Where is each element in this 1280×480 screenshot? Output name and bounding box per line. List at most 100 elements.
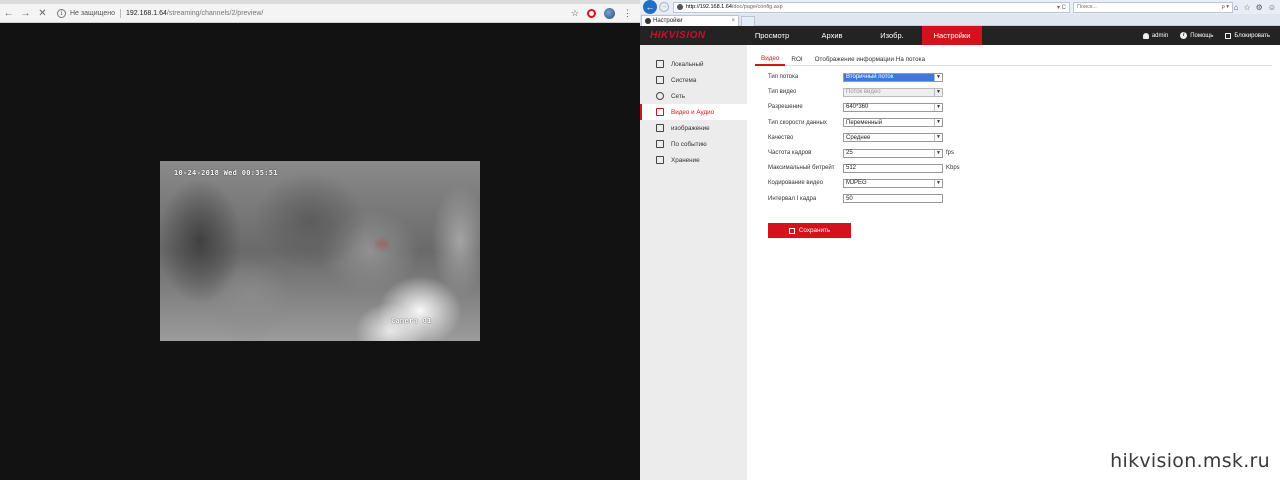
field-select[interactable]: 25 ▼ xyxy=(843,148,943,158)
back-arrow-icon[interactable]: ← xyxy=(643,0,657,14)
user-name: admin xyxy=(1151,32,1169,39)
nav-item-1[interactable]: Архив xyxy=(802,26,862,45)
event-icon xyxy=(656,140,664,148)
field-select[interactable]: Вторичный поток ▼ xyxy=(843,72,943,82)
field-label: Интервал I кадра xyxy=(768,195,817,202)
chrome-actions: ☆ ⋮ xyxy=(571,7,632,19)
chevron-down-icon[interactable]: ▼ xyxy=(934,103,942,111)
chevron-down-icon[interactable]: ▼ xyxy=(934,179,942,187)
logout-label: Блокировать xyxy=(1234,32,1270,39)
forward-arrow-icon[interactable]: → xyxy=(17,5,34,22)
field-label: Максимальный битрейт xyxy=(768,165,835,172)
video-audio-icon xyxy=(656,108,664,116)
storage-icon xyxy=(656,156,664,164)
address-bar[interactable]: http://192.168.1.64/doc/page/config.asp … xyxy=(673,1,1070,13)
sidebar-item-6[interactable]: Хранение xyxy=(640,152,747,168)
field-select[interactable]: Среднее ▼ xyxy=(843,133,943,143)
settings-gear-icon[interactable]: ⚙ xyxy=(1256,3,1263,12)
smiley-icon[interactable]: ☺ xyxy=(1268,3,1276,12)
camera-video-preview: 10-24-2018 Wed 00:35:51 Camera 01 xyxy=(160,161,480,341)
settings-main: Видео ROI Отображение информации На потока… xyxy=(747,45,1280,480)
form-row: Максимальный битрейт 512 Kbps xyxy=(768,163,998,173)
form-row: Кодирование видео MJPEG ▼ xyxy=(768,178,998,188)
search-controls[interactable]: ρ ▾ xyxy=(1222,4,1229,10)
opera-extension-icon[interactable] xyxy=(587,8,596,18)
favorites-star-icon[interactable]: ☆ xyxy=(1243,3,1250,12)
save-label: Сохранить xyxy=(798,227,831,234)
field-select[interactable]: 640*360 ▼ xyxy=(843,102,943,112)
settings-tab-1[interactable]: ROI xyxy=(785,52,808,66)
field-label: Тип потока xyxy=(768,74,799,80)
field-value: 640*360 xyxy=(846,104,869,111)
field-input[interactable]: 512 xyxy=(843,163,943,173)
address-controls[interactable]: ▾ C xyxy=(1057,4,1066,11)
security-label: Не защищено xyxy=(70,9,115,17)
field-label: Тип скорости данных xyxy=(768,119,827,126)
field-select[interactable]: MJPEG ▼ xyxy=(843,178,943,188)
url-path: /streaming/channels/2/preview/ xyxy=(166,9,264,17)
chevron-down-icon[interactable]: ▼ xyxy=(934,73,942,81)
help-button[interactable]: i Помощь xyxy=(1180,32,1213,39)
field-value: 50 xyxy=(846,195,853,202)
form-row: Частота кадров 25 ▼ fps xyxy=(768,148,998,158)
hikvision-header: HIKVISION Просмотр Архив Изобр. Настройки a… xyxy=(640,26,1280,45)
settings-sidebar: Локальный Система Сеть Видео и Аудио изображ… xyxy=(640,45,747,480)
user-button[interactable]: admin xyxy=(1142,32,1169,39)
profile-avatar-icon[interactable] xyxy=(604,7,615,19)
field-label: Кодирование видео xyxy=(768,180,824,187)
field-select[interactable]: Переменный ▼ xyxy=(843,118,943,128)
sidebar-item-label: изображение xyxy=(671,124,710,132)
address-bar[interactable]: i Не защищено 192.168.1.64/streaming/cha… xyxy=(57,6,571,21)
home-icon[interactable]: ⌂ xyxy=(1234,3,1239,12)
menu-dots-icon[interactable]: ⋮ xyxy=(623,8,632,19)
logout-button[interactable]: Блокировать xyxy=(1225,32,1270,39)
close-tab-icon[interactable]: × xyxy=(731,18,735,24)
chrome-toolbar: ← → ✕ i Не защищено 192.168.1.64/streami… xyxy=(0,4,640,23)
nav-item-2[interactable]: Изобр. xyxy=(862,26,922,45)
sidebar-item-0[interactable]: Локальный xyxy=(640,56,747,72)
search-input[interactable]: Поиск... ρ ▾ xyxy=(1073,1,1233,13)
sidebar-item-4[interactable]: изображение xyxy=(640,120,747,136)
nav-item-0[interactable]: Просмотр xyxy=(742,26,802,45)
bookmark-star-icon[interactable]: ☆ xyxy=(571,8,579,19)
chrome-window: ← → ✕ i Не защищено 192.168.1.64/streami… xyxy=(0,0,640,480)
nav-item-3[interactable]: Настройки xyxy=(922,26,982,45)
help-icon: i xyxy=(1180,32,1188,39)
screen: ← → ✕ i Не защищено 192.168.1.64/streami… xyxy=(0,0,1280,480)
tab-title: Настройки xyxy=(653,18,683,24)
tab-settings[interactable]: Настройки × xyxy=(641,15,739,26)
sidebar-item-3[interactable]: Видео и Аудио xyxy=(640,104,747,120)
chevron-down-icon[interactable]: ▼ xyxy=(934,119,942,127)
form-row: Тип видео Поток видео ▼ xyxy=(768,87,998,97)
chevron-down-icon[interactable]: ▼ xyxy=(934,88,942,96)
form-row: Интервал I кадра 50 xyxy=(768,194,998,204)
system-icon xyxy=(656,76,664,84)
chevron-down-icon[interactable]: ▼ xyxy=(934,149,942,157)
field-input[interactable]: 50 xyxy=(843,194,943,204)
save-button[interactable]: Сохранить xyxy=(768,223,851,238)
form-row: Тип скорости данных Переменный ▼ xyxy=(768,118,998,128)
user-area: admin i Помощь Блокировать xyxy=(1142,32,1280,39)
logout-icon xyxy=(1225,32,1232,39)
field-value: 25 xyxy=(846,150,853,156)
new-tab-button[interactable] xyxy=(741,16,755,26)
stop-loading-icon[interactable]: ✕ xyxy=(34,5,51,22)
hikvision-logo: HIKVISION xyxy=(650,30,706,41)
sidebar-item-2[interactable]: Сеть xyxy=(640,88,747,104)
back-arrow-icon[interactable]: ← xyxy=(0,5,17,22)
ie-window: ← → http://192.168.1.64/doc/page/config.… xyxy=(640,0,1280,480)
tab-favicon-icon xyxy=(645,18,651,24)
url-host: http://192.168.1.64 xyxy=(686,4,732,10)
info-icon[interactable]: i xyxy=(57,8,66,18)
page-favicon-icon xyxy=(677,4,683,10)
field-unit: fps xyxy=(946,150,955,156)
sidebar-item-1[interactable]: Система xyxy=(640,72,747,88)
settings-tab-0[interactable]: Видео xyxy=(755,52,786,66)
chevron-down-icon[interactable]: ▼ xyxy=(934,134,942,142)
field-value: 512 xyxy=(846,165,857,172)
settings-tab-2[interactable]: Отображение информации На потока xyxy=(809,52,931,66)
sidebar-item-5[interactable]: По событию xyxy=(640,136,747,152)
field-label: Частота кадров xyxy=(768,150,812,156)
forward-arrow-icon[interactable]: → xyxy=(659,2,669,12)
main-nav: Просмотр Архив Изобр. Настройки xyxy=(742,26,982,45)
